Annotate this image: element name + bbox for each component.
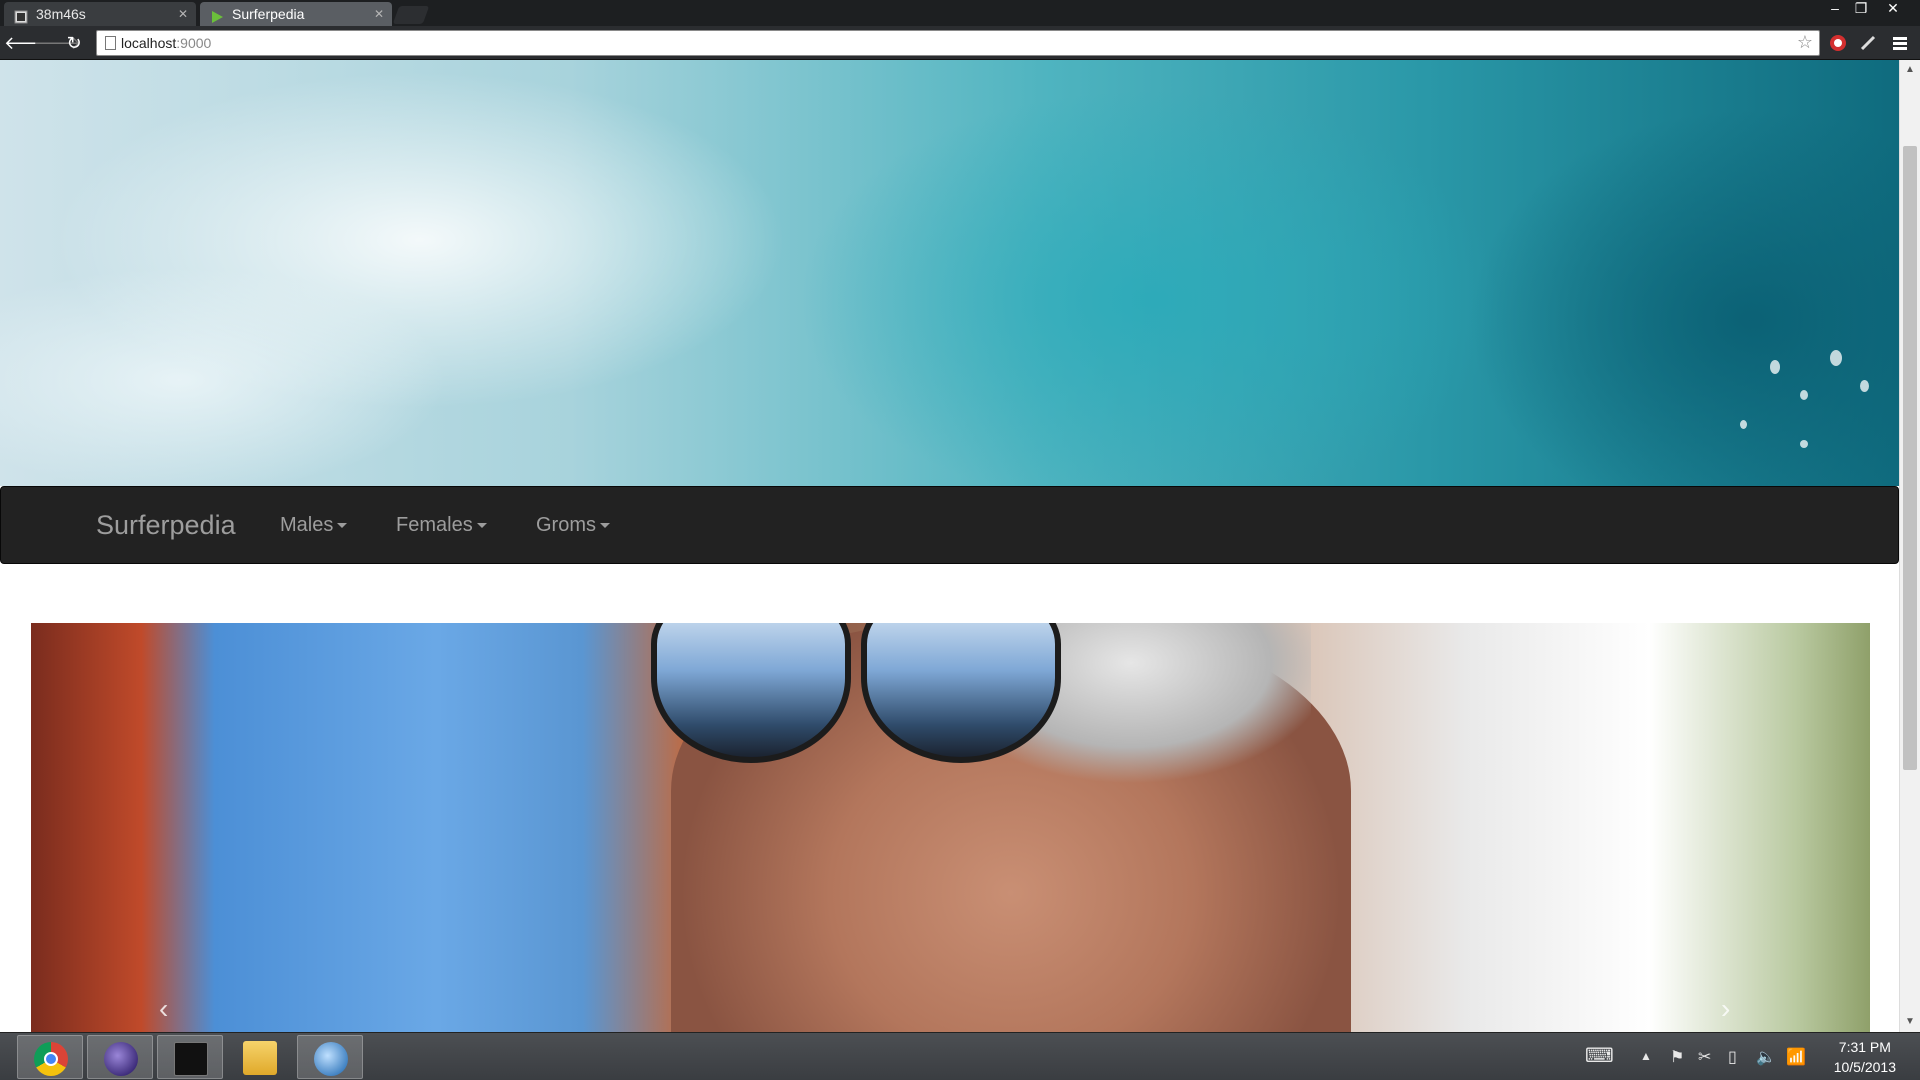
- tab-38m46s[interactable]: 38m46s ✕: [4, 2, 196, 26]
- site-navbar: Surferpedia Males Females Groms: [0, 486, 1899, 564]
- nav-label: Groms: [536, 514, 596, 536]
- menu-icon[interactable]: [1890, 33, 1910, 53]
- nav-label: Females: [396, 514, 473, 536]
- terminal-icon: [174, 1042, 208, 1076]
- tab-close-icon[interactable]: ✕: [374, 2, 384, 26]
- record-extension-icon[interactable]: [1828, 33, 1848, 53]
- sync-icon[interactable]: ✂: [1698, 1047, 1711, 1067]
- page-icon: [105, 36, 116, 50]
- reload-icon[interactable]: ↻: [62, 31, 86, 55]
- keyboard-icon[interactable]: ⌨: [1585, 1043, 1614, 1068]
- windows-taskbar: ⌨ ▲ ⚑ ✂ ▯ 🔈 📶 7:31 PM 10/5/2013: [0, 1032, 1920, 1080]
- caret-down-icon: [600, 523, 610, 529]
- play-favicon-icon: [210, 7, 224, 23]
- clock-date: 10/5/2013: [1833, 1059, 1896, 1075]
- volume-icon[interactable]: 🔈: [1756, 1047, 1776, 1067]
- battery-icon[interactable]: ▯: [1728, 1047, 1737, 1067]
- taskbar-file-explorer[interactable]: [227, 1035, 293, 1079]
- finch-icon: [314, 1042, 348, 1076]
- timer-favicon-icon: [14, 7, 28, 24]
- page-viewport: Surferpedia Males Females Groms ‹ ›: [0, 60, 1920, 1032]
- show-hidden-icons-icon[interactable]: ▲: [1640, 1049, 1652, 1063]
- network-signal-icon[interactable]: 📶: [1786, 1047, 1806, 1067]
- file-explorer-icon: [243, 1041, 277, 1075]
- nav-label: Males: [280, 514, 334, 536]
- restore-button[interactable]: ❐: [1849, 0, 1873, 18]
- bookmark-star-icon[interactable]: ☆: [1797, 32, 1813, 53]
- carousel-prev-control[interactable]: ‹: [159, 993, 168, 1025]
- tab-title: 38m46s: [36, 6, 86, 22]
- action-center-flag-icon[interactable]: ⚑: [1670, 1047, 1684, 1067]
- vertical-scrollbar[interactable]: ▲ ▼: [1899, 60, 1920, 1032]
- hero-wave-image: [0, 60, 1899, 486]
- browser-titlebar: 38m46s ✕ Surferpedia ✕ – ❐ ✕: [0, 0, 1920, 26]
- url-text: localhost:9000: [121, 35, 212, 51]
- taskbar-chrome[interactable]: [17, 1035, 83, 1079]
- sunglasses-image: [651, 623, 1071, 773]
- scroll-down-icon[interactable]: ▼: [1900, 1012, 1920, 1032]
- clock-time: 7:31 PM: [1838, 1039, 1891, 1055]
- nav-males-dropdown[interactable]: Males: [280, 487, 348, 563]
- address-bar[interactable]: localhost:9000 ☆: [96, 30, 1820, 56]
- scrollbar-thumb[interactable]: [1903, 146, 1917, 770]
- chrome-icon: [34, 1042, 68, 1076]
- new-tab-button[interactable]: [392, 6, 430, 24]
- tab-surferpedia[interactable]: Surferpedia ✕: [200, 2, 392, 26]
- surfer-carousel: ‹ ›: [31, 623, 1870, 1032]
- nav-groms-dropdown[interactable]: Groms: [536, 487, 610, 563]
- back-arrow-icon[interactable]: 🡐: [4, 31, 52, 55]
- scroll-up-icon[interactable]: ▲: [1900, 60, 1920, 80]
- nav-females-dropdown[interactable]: Females: [396, 487, 487, 563]
- browser-toolbar: 🡐 🡒 ↻ localhost:9000 ☆: [0, 26, 1920, 60]
- taskbar-eclipse[interactable]: [87, 1035, 153, 1079]
- pencil-extension-icon[interactable]: [1858, 33, 1878, 53]
- caret-down-icon: [476, 523, 487, 529]
- taskbar-finch[interactable]: [297, 1035, 363, 1079]
- tab-close-icon[interactable]: ✕: [178, 2, 188, 26]
- system-clock[interactable]: 7:31 PM 10/5/2013: [1834, 1037, 1896, 1077]
- close-button[interactable]: ✕: [1881, 0, 1905, 18]
- taskbar-terminal[interactable]: [157, 1035, 223, 1079]
- eclipse-icon: [104, 1042, 138, 1076]
- carousel-next-control[interactable]: ›: [1721, 993, 1730, 1025]
- forward-arrow-icon[interactable]: 🡒: [33, 31, 81, 55]
- brand-link[interactable]: Surferpedia: [96, 487, 236, 563]
- minimize-button[interactable]: –: [1823, 0, 1847, 18]
- tab-title: Surferpedia: [232, 6, 305, 22]
- caret-down-icon: [337, 523, 348, 529]
